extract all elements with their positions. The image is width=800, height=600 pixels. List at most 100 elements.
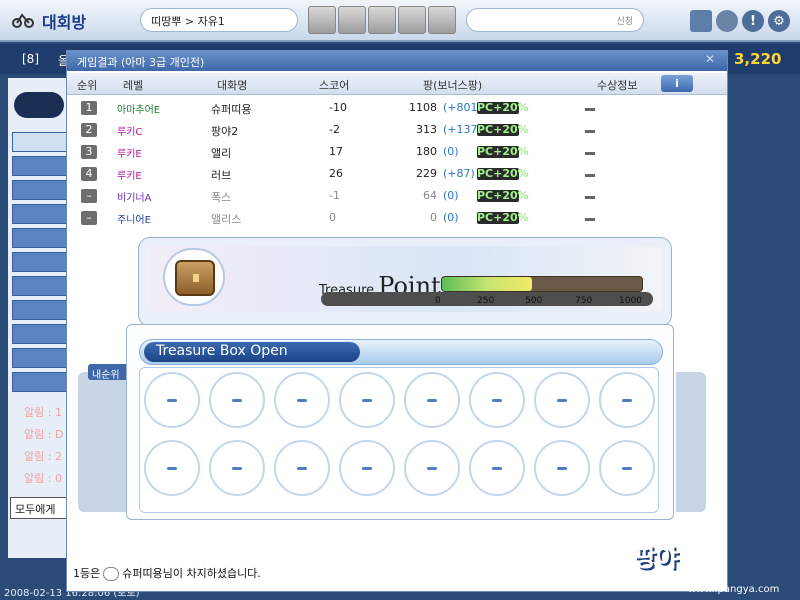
pc-bonus-badge: PC+20% <box>477 123 529 136</box>
my-rank-panel-edge <box>676 372 706 512</box>
level: 비기너A <box>117 193 152 204</box>
bonus-pang: (0) <box>443 189 459 202</box>
rank-badge: 4 <box>81 167 97 181</box>
avatar[interactable] <box>308 6 336 34</box>
pang: 64 <box>423 189 437 202</box>
treasure-slot[interactable] <box>209 440 265 496</box>
alarm-line: 알림 : 2 <box>24 450 62 463</box>
pc-bonus-badge: PC+20% <box>477 167 529 180</box>
score: -1 <box>329 189 340 202</box>
slot-dash-icon <box>232 467 242 470</box>
alert-icon[interactable]: ! <box>742 10 764 32</box>
treasure-slot[interactable] <box>404 440 460 496</box>
treasure-slot[interactable] <box>144 440 200 496</box>
level: 주니어E <box>117 215 151 226</box>
left-row[interactable] <box>12 276 72 296</box>
tab-my-rank[interactable]: 내순위 <box>88 364 128 381</box>
treasure-slot[interactable] <box>599 440 655 496</box>
left-row[interactable] <box>12 324 72 344</box>
player-name: 폭스 <box>211 191 232 204</box>
player-avatars <box>308 6 458 36</box>
treasure-slot[interactable] <box>404 372 460 428</box>
result-title: 게임결과 (아마 3급 개인전) ✕ <box>67 51 727 71</box>
treasure-box-header: Treasure Box Open <box>139 339 663 365</box>
users-icon[interactable] <box>716 10 738 32</box>
treasure-box-title: Treasure Box Open <box>144 342 360 362</box>
slot-dash-icon <box>622 399 632 402</box>
award-icon <box>585 130 595 133</box>
slot-dash-icon <box>557 399 567 402</box>
treasure-slot[interactable] <box>209 372 265 428</box>
rank-badge: – <box>81 211 97 225</box>
footer-text: 슈퍼띠용님이 차지하셨습니다. <box>122 567 261 580</box>
close-icon[interactable]: ✕ <box>705 52 715 66</box>
pang: 1108 <box>409 101 437 114</box>
slot-dash-icon <box>427 467 437 470</box>
treasure-slot[interactable] <box>599 372 655 428</box>
score: -10 <box>329 101 347 114</box>
level: 루키E <box>117 149 142 160</box>
treasure-point-fill <box>442 277 532 291</box>
bonus-pang: (+801) <box>443 101 482 114</box>
tp-tick: 750 <box>575 296 593 306</box>
rank-badge: 2 <box>81 123 97 137</box>
avatar[interactable] <box>428 6 456 34</box>
treasure-slot[interactable] <box>534 440 590 496</box>
avatar[interactable] <box>398 6 426 34</box>
left-row[interactable] <box>12 252 72 272</box>
treasure-slot[interactable] <box>339 372 395 428</box>
table-row[interactable]: – 주니어E 앨리스 0 0 (0) PC+20% <box>67 207 727 229</box>
left-row[interactable] <box>12 300 72 320</box>
treasure-slot[interactable] <box>144 372 200 428</box>
avatar[interactable] <box>368 6 396 34</box>
alarm-line: 알림 : 1 <box>24 406 62 419</box>
rank-badge: 1 <box>81 101 97 115</box>
pang: 180 <box>416 145 437 158</box>
chat-target-select[interactable]: 모두에게 <box>10 497 72 519</box>
table-row[interactable]: 4 루키E 러브 26 229 (+87) PC+20% <box>67 163 727 185</box>
slot-dash-icon <box>167 399 177 402</box>
level: 루키E <box>117 171 142 182</box>
left-row[interactable] <box>12 372 72 392</box>
slot-dash-icon <box>297 467 307 470</box>
table-row[interactable]: 1 아마추어E 슈퍼띠용 -10 1108 (+801) PC+20% <box>67 97 727 119</box>
alarm-line: 알림 : D <box>24 428 64 441</box>
treasure-slot[interactable] <box>339 440 395 496</box>
slot-dash-icon <box>492 399 502 402</box>
score: -2 <box>329 123 340 136</box>
points-display: 3,220 <box>734 50 782 68</box>
table-row[interactable]: – 비기너A 폭스 -1 64 (0) PC+20% <box>67 185 727 207</box>
left-row[interactable] <box>12 348 72 368</box>
room-path: 띠땅뿌 > 자유1 <box>140 8 298 32</box>
my-rank-panel <box>78 372 128 512</box>
alarm-line: 알림 : 0 <box>24 472 62 485</box>
bonus-pang: (0) <box>443 145 459 158</box>
treasure-slot[interactable] <box>274 440 330 496</box>
left-row[interactable] <box>12 180 72 200</box>
table-row[interactable]: 2 루키C 팡야2 -2 313 (+137) PC+20% <box>67 119 727 141</box>
treasure-slot[interactable] <box>469 372 525 428</box>
info-button[interactable]: i <box>661 75 693 92</box>
left-row[interactable] <box>12 204 72 224</box>
left-row[interactable] <box>12 156 72 176</box>
tp-tick: 0 <box>435 296 441 306</box>
left-tab-row[interactable] <box>12 132 72 152</box>
player-name: 팡야2 <box>211 125 239 138</box>
pang: 0 <box>430 211 437 224</box>
treasure-slot[interactable] <box>469 440 525 496</box>
pang: 313 <box>416 123 437 136</box>
treasure-slot[interactable] <box>534 372 590 428</box>
rank-badge: – <box>81 189 97 203</box>
phone-icon[interactable] <box>690 10 712 32</box>
table-row[interactable]: 3 루키E 앨리 17 180 (0) PC+20% <box>67 141 727 163</box>
left-row[interactable] <box>12 228 72 248</box>
tp-tick: 250 <box>477 296 495 306</box>
treasure-slot[interactable] <box>274 372 330 428</box>
gear-icon[interactable]: ⚙ <box>768 10 790 32</box>
award-icon <box>585 152 595 155</box>
search-input[interactable]: 신청 <box>466 8 644 32</box>
pangya-logo: 팡야 <box>634 544 679 572</box>
channel-number: [8] <box>22 52 39 66</box>
avatar[interactable] <box>338 6 366 34</box>
bonus-pang: (+87) <box>443 167 475 180</box>
